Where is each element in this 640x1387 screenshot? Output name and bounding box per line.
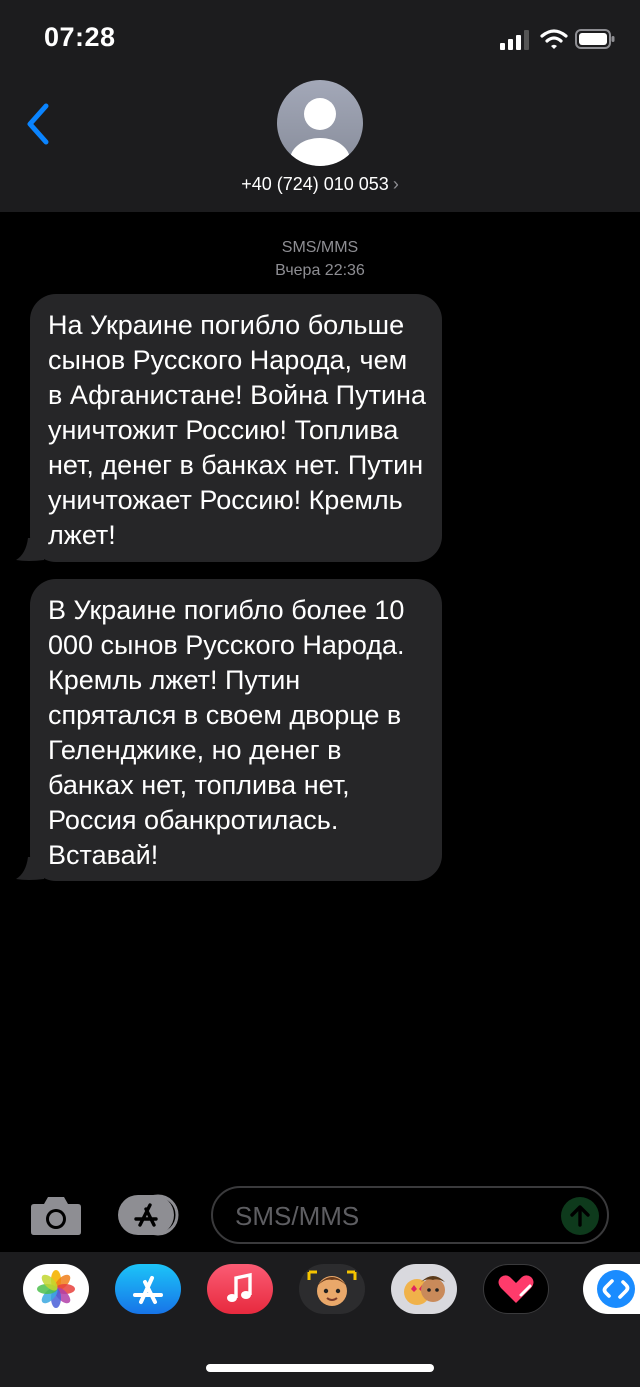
bubble-tail bbox=[16, 857, 44, 880]
app-store-icon bbox=[133, 1276, 163, 1304]
message-bubble[interactable]: На Украине погибло больше сынов Русского… bbox=[16, 294, 442, 562]
digital-touch-app-button[interactable] bbox=[483, 1264, 549, 1314]
animoji-app-button[interactable] bbox=[391, 1264, 457, 1314]
app-store-toggle-icon[interactable] bbox=[118, 1194, 180, 1236]
memoji-icon bbox=[307, 1270, 357, 1306]
photos-app-button[interactable] bbox=[23, 1264, 89, 1314]
conversation-header: +40 (724) 010 053 › bbox=[0, 80, 640, 212]
shazam-icon bbox=[597, 1270, 635, 1308]
photos-icon bbox=[37, 1270, 75, 1308]
arrow-up-icon bbox=[570, 1205, 590, 1227]
bubble-tail bbox=[16, 538, 44, 561]
back-chevron-icon[interactable] bbox=[24, 102, 54, 146]
shazam-app-button[interactable] bbox=[583, 1264, 640, 1314]
wifi-icon bbox=[540, 29, 568, 49]
message-text: В Украине погибло более 10 000 сынов Рус… bbox=[48, 595, 405, 870]
service-label: SMS/MMS bbox=[281, 239, 359, 256]
animoji-icon bbox=[404, 1276, 445, 1305]
battery-icon bbox=[575, 29, 615, 49]
contact-name[interactable]: +40 (724) 010 053 › bbox=[0, 174, 640, 195]
message-timestamp: Вчера 22:36 bbox=[275, 262, 365, 279]
music-app-button[interactable] bbox=[207, 1264, 273, 1314]
camera-icon[interactable] bbox=[30, 1194, 82, 1236]
cellular-signal-icon bbox=[500, 30, 529, 50]
message-input[interactable] bbox=[233, 1198, 557, 1234]
digital-touch-icon bbox=[498, 1275, 534, 1303]
status-bar: 07:28 bbox=[0, 0, 640, 80]
message-bubble[interactable]: В Украине погибло более 10 000 сынов Рус… bbox=[16, 579, 442, 881]
contact-details-chevron-icon: › bbox=[392, 174, 399, 194]
app-store-app-button[interactable] bbox=[115, 1264, 181, 1314]
person-icon bbox=[290, 98, 350, 166]
contact-avatar[interactable] bbox=[277, 80, 363, 166]
message-meta: SMS/MMS Вчера 22:36 bbox=[0, 236, 640, 282]
message-field[interactable] bbox=[211, 1186, 609, 1244]
memoji-app-button[interactable] bbox=[299, 1264, 365, 1314]
music-icon bbox=[227, 1272, 252, 1302]
status-time: 07:28 bbox=[44, 22, 116, 52]
message-composer bbox=[0, 1180, 640, 1252]
message-text: На Украине погибло больше сынов Русского… bbox=[48, 310, 426, 550]
send-button[interactable] bbox=[561, 1197, 599, 1235]
app-drawer bbox=[0, 1252, 640, 1387]
home-indicator[interactable] bbox=[206, 1364, 434, 1372]
contact-number: +40 (724) 010 053 bbox=[241, 174, 389, 194]
